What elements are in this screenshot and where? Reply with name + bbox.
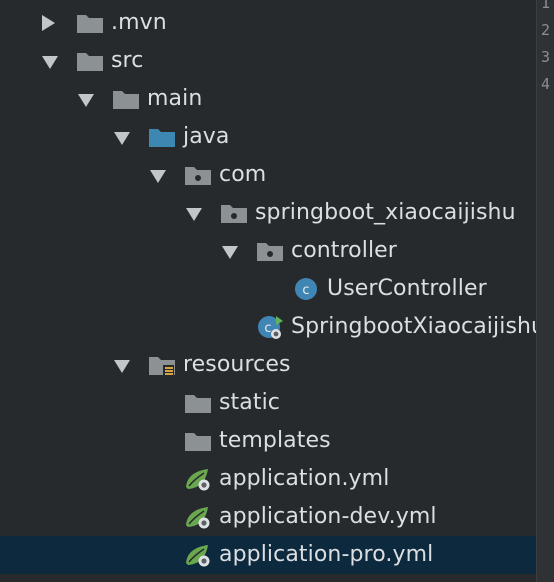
tree-node-springboot-xiaocaijishu[interactable]: springboot_xiaocaijishu [0,194,536,232]
resources-folder-icon [148,353,176,377]
package-icon [220,201,248,225]
chevron-down-icon[interactable] [78,94,94,107]
folder-icon [184,391,212,415]
folder-icon [112,87,140,111]
tree-node-application-dev-yml[interactable]: application-dev.yml [0,498,536,536]
tree-node-label: application-pro.yml [219,542,434,567]
line-number: 4 [541,75,551,93]
tree-node-label: src [111,48,144,73]
tree-node-main[interactable]: main [0,80,536,118]
tree-node-resources[interactable]: resources [0,346,536,384]
tree-node-templates[interactable]: templates [0,422,536,460]
tree-node--mvn[interactable]: .mvn [0,4,536,42]
spring-boot-class-icon: c [256,315,284,339]
tree-node-label: SpringbootXiaocaijishu [291,314,536,339]
tree-node-label: com [219,162,267,187]
folder-icon [184,429,212,453]
svg-text:c: c [264,321,271,336]
tree-node-src[interactable]: src [0,42,536,80]
tree-node-label: application.yml [219,466,390,491]
tree-node-application-pro-yml[interactable]: application-pro.yml [0,536,536,574]
chevron-down-icon[interactable] [114,132,130,145]
tree-node-controller[interactable]: controller [0,232,536,270]
folder-icon [76,11,104,35]
tree-node-label: springboot_xiaocaijishu [255,200,516,225]
source-folder-icon [148,125,176,149]
chevron-down-icon[interactable] [150,170,166,183]
tree-node-usercontroller[interactable]: c UserController [0,270,536,308]
tree-node-com[interactable]: com [0,156,536,194]
line-number: 2 [541,21,551,39]
tree-node-label: controller [291,238,397,263]
folder-icon [76,49,104,73]
project-tree: .mvn src main java com springboot_xiaocaijish… [0,0,536,582]
svg-text:c: c [302,283,309,298]
tree-node-label: main [147,86,203,111]
tree-node-label: application-dev.yml [219,504,437,529]
spring-config-icon [184,467,212,491]
tree-node-label: resources [183,352,291,377]
tree-node-label: templates [219,428,331,453]
tree-node-java[interactable]: java [0,118,536,156]
spring-config-icon [184,543,212,567]
chevron-down-icon[interactable] [42,56,58,69]
chevron-down-icon[interactable] [186,208,202,221]
spring-config-icon [184,505,212,529]
tree-node-label: .mvn [111,10,167,35]
package-icon [184,163,212,187]
editor-gutter: 1 2 3 4 [536,0,554,582]
tree-node-label: UserController [327,276,487,301]
tree-node-springbootxiaocaijishu[interactable]: c SpringbootXiaocaijishu [0,308,536,346]
tree-node-application-yml[interactable]: application.yml [0,460,536,498]
class-icon: c [292,277,320,301]
line-number: 1 [541,0,551,12]
package-icon [256,239,284,263]
line-number: 3 [541,48,551,66]
tree-node-label: java [183,124,230,149]
chevron-down-icon[interactable] [114,360,130,373]
chevron-right-icon[interactable] [42,15,55,31]
chevron-down-icon[interactable] [222,246,238,259]
tree-node-static[interactable]: static [0,384,536,422]
tree-node-label: static [219,390,281,415]
